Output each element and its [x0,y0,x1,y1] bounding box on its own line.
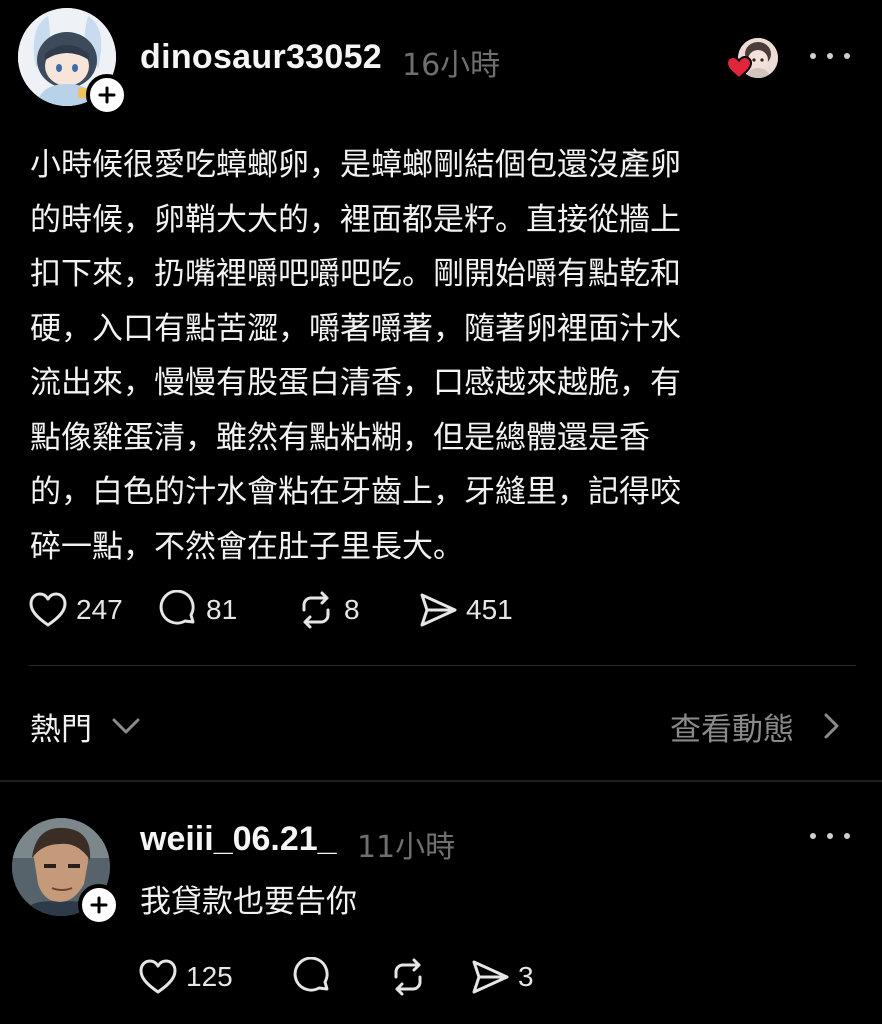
reply-repost-button[interactable] [388,957,470,997]
divider [28,665,856,666]
post-more-options-icon[interactable] [810,46,850,66]
repost-icon [394,958,422,996]
follow-button[interactable] [86,74,128,116]
repost-icon [302,591,330,629]
heart-icon [139,959,177,994]
post-actions: 247 81 8 451 [28,590,513,630]
send-icon [420,593,457,627]
reply-body-text: 我貸款也要告你 [140,884,357,920]
post-timestamp: 16小時 [402,48,501,83]
repost-count: 8 [344,594,360,625]
thread-page: dinosaur33052 16小時 小時候很愛吃蟑螂卵，是蟑螂剛結個包還沒產卵… [0,0,882,1024]
plus-icon [90,896,108,914]
like-count: 247 [76,594,123,625]
comment-count: 81 [206,594,238,625]
reply-more-options-icon[interactable] [810,826,850,846]
share-button[interactable]: 451 [418,591,513,629]
reply-like-button[interactable]: 125 [138,958,292,996]
reply-like-count: 125 [186,961,233,992]
chevron-down-icon[interactable] [110,710,142,742]
comment-icon [159,590,195,625]
chevron-right-icon[interactable] [820,710,842,742]
replies-sort-bar: 熱門 查看動態 [0,690,882,766]
author-username[interactable]: dinosaur33052 [140,38,382,77]
comment-icon [293,957,329,992]
share-count: 451 [466,594,513,625]
reply-actions: 125 3 [138,957,534,997]
main-post: dinosaur33052 16小時 小時候很愛吃蟑螂卵，是蟑螂剛結個包還沒產卵… [0,0,882,655]
reply-item: weiii_06.21_ 11小時 我貸款也要告你 125 3 [0,782,882,1024]
reply-timestamp: 11小時 [357,830,456,865]
reply-share-count: 3 [518,961,534,992]
plus-icon [98,86,116,104]
comment-button[interactable]: 81 [158,590,296,630]
post-body-text: 小時候很愛吃蟑螂卵，是蟑螂剛結個包還沒產卵 的時候，卵鞘大大的，裡面都是籽。直接… [30,147,681,565]
heart-badge-icon [725,55,753,80]
heart-icon [29,592,67,627]
reply-author-username[interactable]: weiii_06.21_ [140,820,337,859]
reply-comment-button[interactable] [292,957,388,997]
view-activity-link[interactable]: 查看動態 [670,704,794,749]
reply-share-button[interactable]: 3 [470,958,534,996]
send-icon [472,960,509,994]
repost-button[interactable]: 8 [296,590,418,630]
reply-follow-button[interactable] [78,884,120,926]
like-button[interactable]: 247 [28,591,158,629]
sort-dropdown[interactable]: 熱門 [30,704,92,749]
